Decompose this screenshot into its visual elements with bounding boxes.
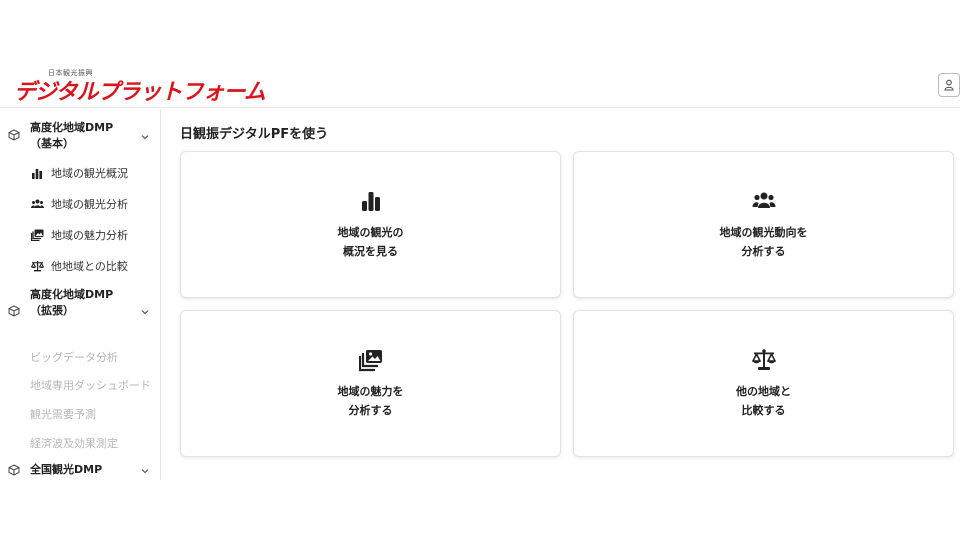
card-compare[interactable]: 他の地域と 比較する (573, 310, 954, 457)
scale-icon (752, 349, 776, 370)
cube-icon (8, 129, 20, 141)
sidebar-group-national[interactable]: 全国観光DMP (0, 462, 160, 480)
logo-title: デジタルプラットフォーム (14, 79, 266, 105)
sidebar-item-label: 地域の観光概況 (51, 167, 128, 180)
sidebar-item-label: 地域の観光分析 (51, 198, 128, 211)
sidebar-group-basic[interactable]: 高度化地域DMP （基本） (0, 119, 160, 155)
sidebar-item-overview[interactable]: 地域の観光概況 (30, 164, 128, 182)
app-header: 日本観光振興 デジタルプラットフォーム (0, 62, 960, 108)
brand-logo[interactable]: 日本観光振興 デジタルプラットフォーム (14, 68, 266, 105)
sidebar-group-title: 全国観光DMP (30, 463, 103, 476)
sidebar-item-forecast: 観光需要予測 (30, 408, 96, 421)
chevron-down-icon[interactable] (140, 466, 150, 476)
sidebar-item-attraction[interactable]: 地域の魅力分析 (30, 226, 128, 244)
sidebar-item-dashboard: 地域専用ダッシュボード (30, 379, 151, 392)
cube-icon (8, 305, 20, 317)
cube-icon (8, 464, 20, 476)
images-icon (359, 350, 382, 372)
chevron-down-icon[interactable] (140, 307, 150, 317)
users-icon (752, 192, 776, 208)
card-trends[interactable]: 地域の観光動向を 分析する (573, 151, 954, 298)
sidebar-item-label: 他地域との比較 (51, 260, 128, 273)
card-label: 他の地域と 比較する (736, 385, 791, 417)
sidebar-item-label: 地域の魅力分析 (51, 229, 128, 242)
users-icon (30, 197, 44, 211)
page-title: 日観振デジタルPFを使う (180, 127, 329, 142)
sidebar-item-compare[interactable]: 他地域との比較 (30, 257, 128, 275)
sidebar-item-bigdata: ビッグデータ分析 (30, 351, 118, 364)
user-menu-button[interactable] (938, 73, 960, 97)
scale-icon (30, 259, 44, 273)
sidebar-group-title: 高度化地域DMP （拡張） (30, 288, 114, 317)
sidebar-group-title: 高度化地域DMP （基本） (30, 121, 114, 150)
card-label: 地域の観光の 概況を見る (337, 226, 404, 258)
user-icon (944, 79, 954, 91)
sidebar-nav: 高度化地域DMP （基本） 地域の観光概況 地域の観光分析 地域の魅力分析 他地… (0, 109, 161, 480)
bar-chart-icon (362, 192, 380, 211)
images-icon (30, 228, 44, 242)
card-label: 地域の観光動向を 分析する (719, 226, 808, 258)
bar-chart-icon (30, 166, 44, 180)
sidebar-item-analysis[interactable]: 地域の観光分析 (30, 195, 128, 213)
card-label: 地域の魅力を 分析する (337, 385, 404, 417)
sidebar-group-extended[interactable]: 高度化地域DMP （拡張） (0, 286, 160, 322)
sidebar-item-economic: 経済波及効果測定 (30, 437, 118, 450)
chevron-down-icon[interactable] (140, 132, 150, 142)
card-attraction[interactable]: 地域の魅力を 分析する (180, 310, 561, 457)
card-overview[interactable]: 地域の観光の 概況を見る (180, 151, 561, 298)
